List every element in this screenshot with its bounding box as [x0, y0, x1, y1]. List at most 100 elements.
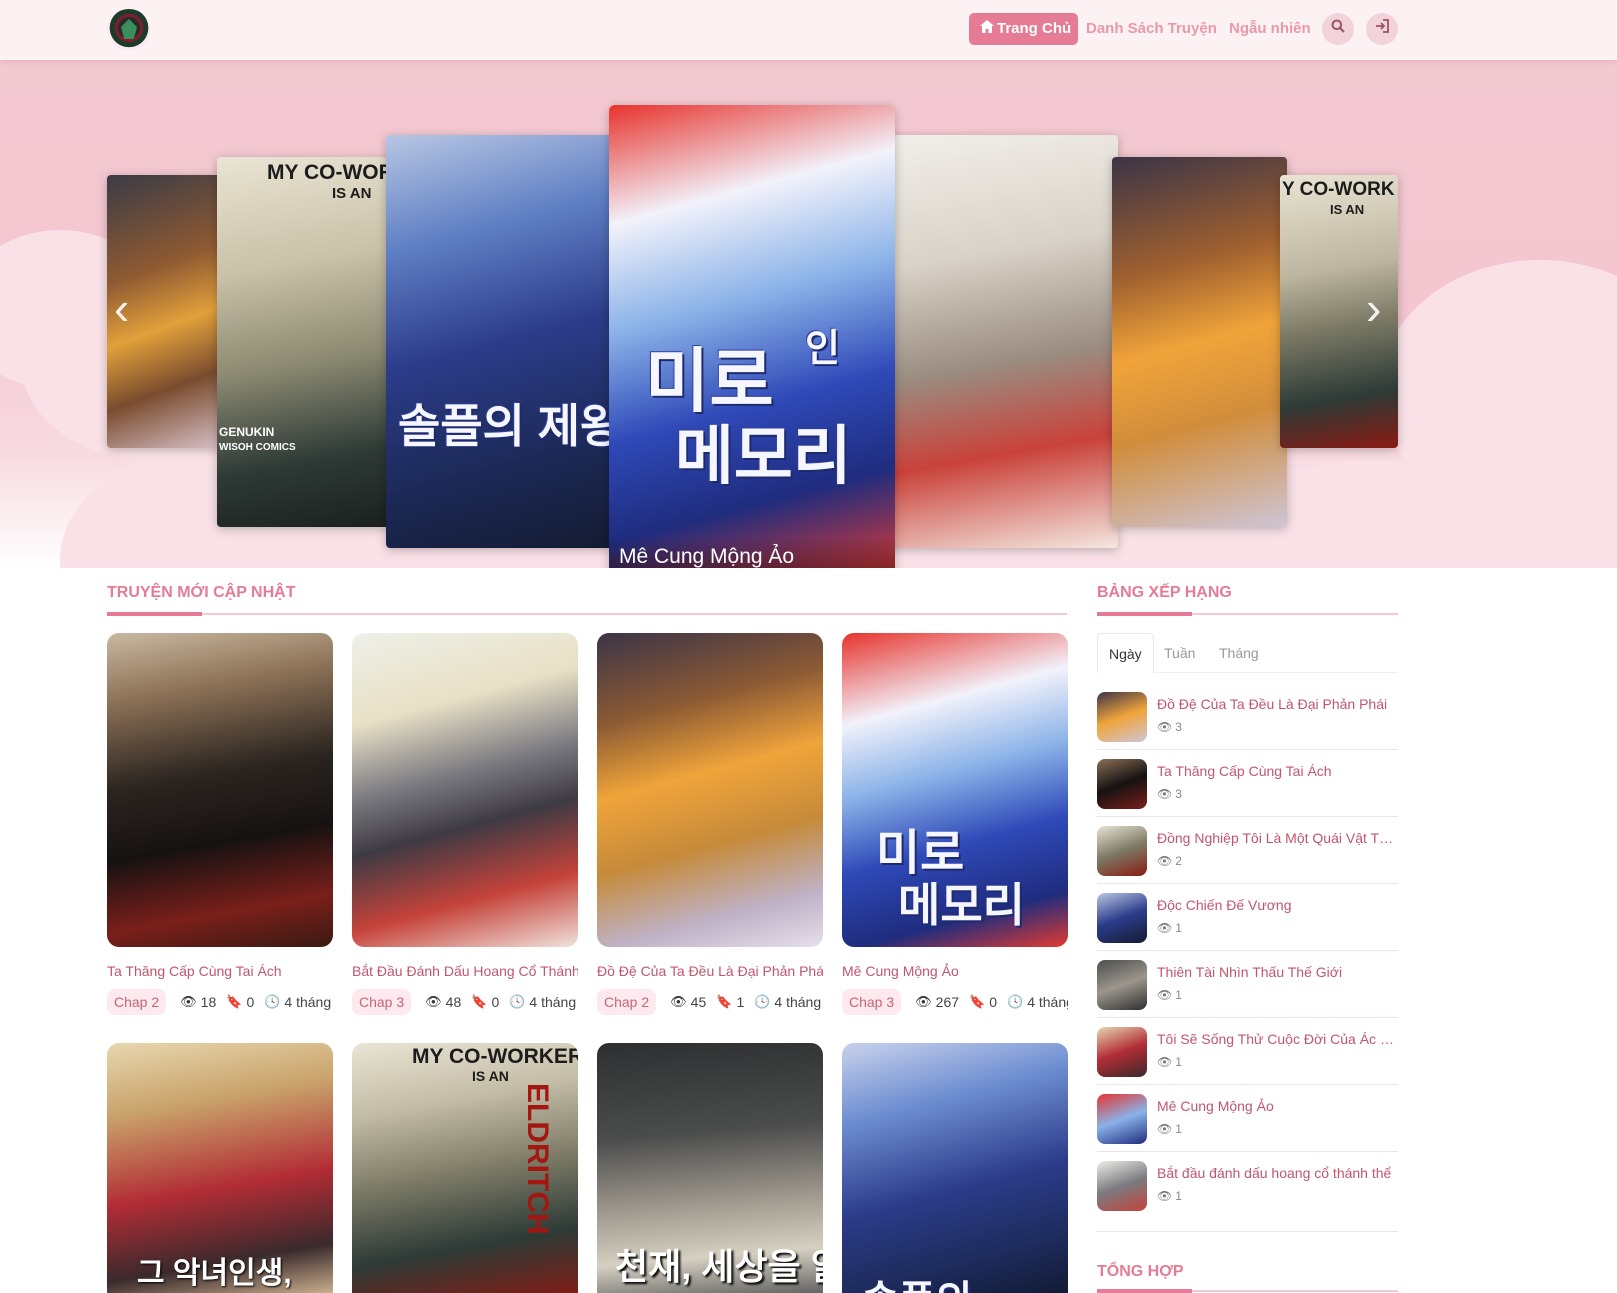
ranking-thumbnail[interactable]: [1097, 1027, 1147, 1077]
cover-text: ELDRITCH: [521, 1083, 554, 1235]
summary-section-title: TỔNG HỢP: [1097, 1263, 1184, 1280]
eye-icon: 👁: [1157, 1189, 1173, 1203]
ranking-views: 1: [1175, 1122, 1182, 1136]
chapter-badge[interactable]: Chap 3: [352, 989, 412, 1015]
ranking-item[interactable]: Đồng Nghiệp Tôi Là Một Quái Vật Tà Ác 👁 2: [1097, 817, 1398, 884]
chapter-badge[interactable]: Chap 2: [597, 989, 657, 1015]
ranking-thumbnail[interactable]: [1097, 1161, 1147, 1211]
comic-title[interactable]: Ta Thăng Cấp Cùng Tai Ách: [107, 963, 333, 979]
clock-icon: 🕓: [754, 994, 771, 1009]
chevron-left-icon[interactable]: ‹: [114, 285, 129, 331]
bookmark-count: 0: [989, 994, 998, 1010]
comic-card[interactable]: 그 악녀인생,: [107, 1043, 333, 1293]
ranking-thumbnail[interactable]: [1097, 960, 1147, 1010]
comic-thumbnail[interactable]: MY CO-WORKER IS AN ELDRITCH: [352, 1043, 578, 1293]
view-count: 48: [445, 994, 462, 1010]
eye-icon: 👁: [1157, 921, 1173, 935]
comic-thumbnail[interactable]: 솔플의: [842, 1043, 1068, 1293]
ranking-title[interactable]: Ta Thăng Cấp Cùng Tai Ách: [1157, 763, 1397, 779]
eye-icon: 👁: [1157, 787, 1173, 801]
comic-thumbnail[interactable]: [107, 633, 333, 947]
ranking-title[interactable]: Thiên Tài Nhìn Thấu Thế Giới: [1157, 964, 1397, 980]
comic-card[interactable]: Đồ Đệ Của Ta Đều Là Đại Phản Phái Chap 2…: [597, 633, 823, 1015]
search-icon: [1331, 19, 1345, 37]
comic-title[interactable]: Mê Cung Mộng Ảo: [842, 963, 1068, 979]
cover-text: MY CO-WOR: [267, 161, 392, 184]
carousel-cover[interactable]: [880, 135, 1118, 548]
login-icon: [1375, 19, 1389, 37]
chapter-badge[interactable]: Chap 3: [842, 989, 902, 1015]
login-button[interactable]: [1366, 13, 1398, 45]
cover-text: GENUKIN: [219, 425, 275, 439]
clock-icon: 🕓: [1007, 994, 1024, 1009]
tab-month[interactable]: Tháng: [1219, 633, 1259, 673]
ranking-title[interactable]: Mê Cung Mộng Ảo: [1157, 1098, 1397, 1114]
ranking-item[interactable]: Tôi Sẽ Sống Thử Cuộc Đời Của Ác Nữ 👁 1: [1097, 1018, 1398, 1085]
ranking-thumbnail[interactable]: [1097, 826, 1147, 876]
bookmark-icon: 🔖: [226, 994, 243, 1009]
ranking-item[interactable]: Đồ Đệ Của Ta Đều Là Đại Phản Phái 👁 3: [1097, 683, 1398, 750]
bookmark-count: 1: [736, 994, 745, 1010]
comic-card[interactable]: Bắt Đầu Đánh Dấu Hoang Cổ Thánh Chap 3 👁…: [352, 633, 578, 1015]
bookmark-icon: 🔖: [471, 994, 488, 1009]
cover-text: 천재, 세상을 읽다: [615, 1246, 823, 1287]
nav-random-link[interactable]: Ngẫu nhiên: [1229, 13, 1311, 45]
ranking-item[interactable]: Độc Chiến Đế Vương 👁 1: [1097, 884, 1398, 951]
comic-thumbnail[interactable]: 천재, 세상을 읽다: [597, 1043, 823, 1293]
cover-text: 그 악녀인생,: [137, 1257, 292, 1290]
carousel-cover[interactable]: MY CO-WOR IS AN GENUKIN WISOH COMICS: [217, 157, 392, 527]
ranking-title[interactable]: Đồ Đệ Của Ta Đều Là Đại Phản Phái: [1157, 696, 1397, 712]
ranking-item[interactable]: Thiên Tài Nhìn Thấu Thế Giới 👁 1: [1097, 951, 1398, 1018]
comic-card[interactable]: MY CO-WORKER IS AN ELDRITCH: [352, 1043, 578, 1293]
search-button[interactable]: [1322, 13, 1354, 45]
section-divider: [1097, 612, 1398, 616]
ranking-title[interactable]: Bắt đầu đánh dấu hoang cổ thánh thể: [1157, 1165, 1397, 1181]
ranking-item[interactable]: Bắt đầu đánh dấu hoang cổ thánh thể 👁 1: [1097, 1152, 1398, 1232]
chevron-right-icon[interactable]: ›: [1366, 285, 1381, 331]
ranking-title[interactable]: Tôi Sẽ Sống Thử Cuộc Đời Của Ác Nữ: [1157, 1031, 1397, 1047]
comic-title[interactable]: Bắt Đầu Đánh Dấu Hoang Cổ Thánh: [352, 963, 578, 979]
comic-card[interactable]: 천재, 세상을 읽다: [597, 1043, 823, 1293]
ranking-views: 1: [1175, 1189, 1182, 1203]
comic-card[interactable]: Ta Thăng Cấp Cùng Tai Ách Chap 2 👁 18 🔖 0 …: [107, 633, 333, 1015]
view-count: 45: [690, 994, 707, 1010]
ranking-title[interactable]: Đồng Nghiệp Tôi Là Một Quái Vật Tà Ác: [1157, 830, 1397, 846]
ranking-item[interactable]: Ta Thăng Cấp Cùng Tai Ách 👁 3: [1097, 750, 1398, 817]
featured-cover[interactable]: 미로 인 메모리 Mê Cung Mộng Ảo: [609, 105, 895, 568]
comic-card[interactable]: 미로 메모리 Mê Cung Mộng Ảo Chap 3 👁 267 🔖 0 🕓 4…: [842, 633, 1068, 1015]
comic-meta: Chap 2 👁18 🔖0 🕓4 tháng trước: [107, 989, 333, 1015]
site-logo[interactable]: [107, 9, 151, 51]
tab-week[interactable]: Tuần: [1164, 633, 1195, 673]
eye-icon: 👁: [915, 994, 932, 1009]
hero-carousel: MY CO-WOR IS AN GENUKIN WISOH COMICS 솔플의…: [0, 60, 1617, 568]
updated-time: 4 tháng trước: [1027, 994, 1068, 1010]
featured-caption[interactable]: Mê Cung Mộng Ảo: [609, 537, 895, 568]
comic-card[interactable]: 솔플의: [842, 1043, 1068, 1293]
view-count: 18: [200, 994, 217, 1010]
nav-home-button[interactable]: Trang Chủ: [969, 13, 1078, 45]
updated-time: 4 tháng trước: [529, 994, 578, 1010]
comic-thumbnail[interactable]: [352, 633, 578, 947]
comic-title[interactable]: Đồ Đệ Của Ta Đều Là Đại Phản Phái: [597, 963, 823, 979]
comic-thumbnail[interactable]: 그 악녀인생,: [107, 1043, 333, 1293]
carousel-cover[interactable]: 솔플의 제왕: [386, 135, 614, 548]
carousel-cover[interactable]: [1112, 157, 1287, 527]
ranking-title[interactable]: Độc Chiến Đế Vương: [1157, 897, 1397, 913]
tab-day[interactable]: Ngày: [1097, 633, 1154, 673]
cover-text: IS AN: [332, 185, 372, 202]
ranking-thumbnail[interactable]: [1097, 1094, 1147, 1144]
ranking-item[interactable]: Mê Cung Mộng Ảo 👁 1: [1097, 1085, 1398, 1152]
ranking-thumbnail[interactable]: [1097, 759, 1147, 809]
nav-list-link[interactable]: Danh Sách Truyện: [1086, 13, 1217, 45]
bookmark-icon: 🔖: [716, 994, 733, 1009]
bookmark-count: 0: [491, 994, 500, 1010]
comic-thumbnail[interactable]: [597, 633, 823, 947]
view-count: 267: [935, 994, 960, 1010]
ranking-thumbnail[interactable]: [1097, 893, 1147, 943]
chapter-badge[interactable]: Chap 2: [107, 989, 167, 1015]
bookmark-count: 0: [246, 994, 255, 1010]
ranking-views: 1: [1175, 988, 1182, 1002]
section-divider: [1097, 1289, 1398, 1293]
ranking-thumbnail[interactable]: [1097, 692, 1147, 742]
comic-thumbnail[interactable]: 미로 메모리: [842, 633, 1068, 947]
